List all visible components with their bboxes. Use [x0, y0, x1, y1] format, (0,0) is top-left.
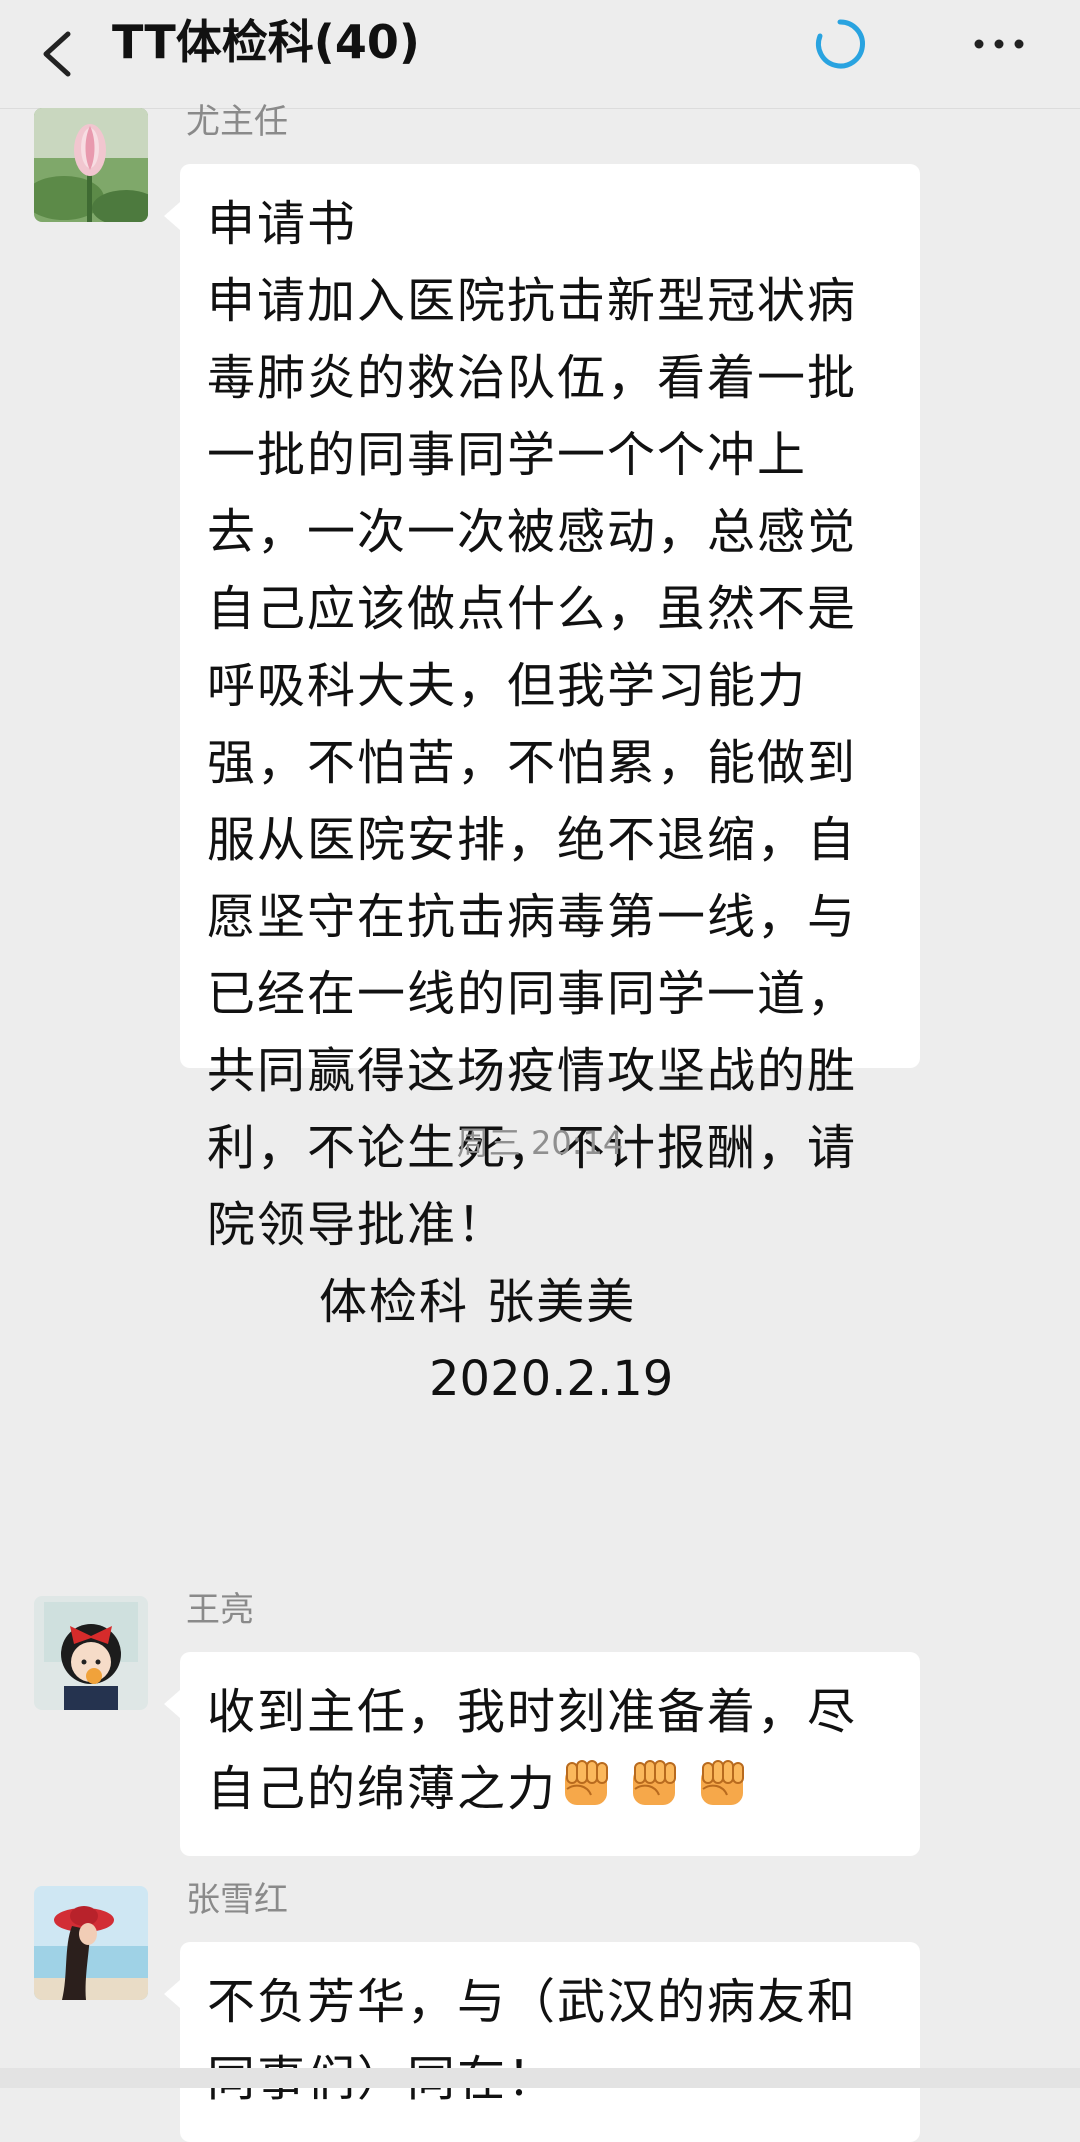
- fist-emoji: [701, 1760, 745, 1805]
- message-line: 呼吸科大夫，但我学习能力: [207, 658, 808, 714]
- message-line: 自己应该做点什么，虽然不是: [207, 581, 858, 637]
- message-text: 自己的绵薄之力: [207, 1761, 558, 1817]
- lotus-avatar-image: [34, 108, 148, 222]
- message-bubble[interactable]: 不负芳华，与（武汉的病友和 同事们）同在！: [164, 1942, 920, 2142]
- message-line: 已经在一线的同事同学一道，: [207, 966, 858, 1022]
- sender-name: 尤主任: [186, 102, 288, 142]
- message-signature: 体检科 张美美: [319, 1274, 637, 1330]
- message-line: 共同赢得这场疫情攻坚战的胜: [207, 1043, 858, 1099]
- bottom-edge: [0, 2068, 1080, 2088]
- message-line: 自己的绵薄之力: [207, 1751, 894, 1828]
- chevron-left-icon[interactable]: [30, 16, 90, 92]
- fist-emoji: [633, 1760, 677, 1805]
- message-line: 强，不怕苦，不怕累，能做到: [207, 735, 858, 791]
- avatar-beach-hat[interactable]: [34, 1886, 148, 2000]
- message-bubble[interactable]: 收到主任，我时刻准备着，尽 自己的绵薄之力: [164, 1652, 920, 1856]
- more-dots-icon[interactable]: [966, 18, 1032, 70]
- loading-spinner-icon: [816, 19, 865, 69]
- cartoon-girl-avatar-image: [34, 1596, 148, 1710]
- chat-title[interactable]: TT体检科(40): [112, 0, 420, 84]
- beach-hat-avatar-image: [34, 1886, 148, 2000]
- avatar-cartoon-girl[interactable]: [34, 1596, 148, 1710]
- message-line: 愿坚守在抗击病毒第一线，与: [207, 889, 858, 945]
- chat-timestamp: 周三 20:14: [456, 1124, 624, 1162]
- message-list[interactable]: 尤主任 申请书 申请加入医院抗击新型冠状病 毒肺炎的救治队伍，看着一批 一批的同…: [0, 102, 1080, 2142]
- message-line: 申请书: [207, 196, 358, 252]
- message-line: 院领导批准！: [207, 1197, 508, 1253]
- message-line: 不负芳华，与（武汉的病友和: [207, 1974, 858, 2030]
- fist-emoji: [565, 1760, 609, 1805]
- message-line: 申请加入医院抗击新型冠状病: [207, 273, 858, 329]
- message-line: 一批的同事同学一个个冲上: [207, 427, 808, 483]
- message-line: 收到主任，我时刻准备着，尽: [207, 1684, 858, 1740]
- sender-name: 王亮: [186, 1590, 254, 1630]
- message-date: 2020.2.19: [429, 1351, 674, 1407]
- message-line: 服从医院安排，绝不退缩，自: [207, 812, 858, 868]
- chat-header: TT体检科(40): [0, 0, 1080, 109]
- sender-name: 张雪红: [186, 1880, 288, 1920]
- avatar-lotus[interactable]: [34, 108, 148, 222]
- message-line: 毒肺炎的救治队伍，看着一批: [207, 350, 858, 406]
- message-bubble[interactable]: 申请书 申请加入医院抗击新型冠状病 毒肺炎的救治队伍，看着一批 一批的同事同学一…: [164, 164, 920, 1407]
- message-line: 去，一次一次被感动，总感觉: [207, 504, 858, 560]
